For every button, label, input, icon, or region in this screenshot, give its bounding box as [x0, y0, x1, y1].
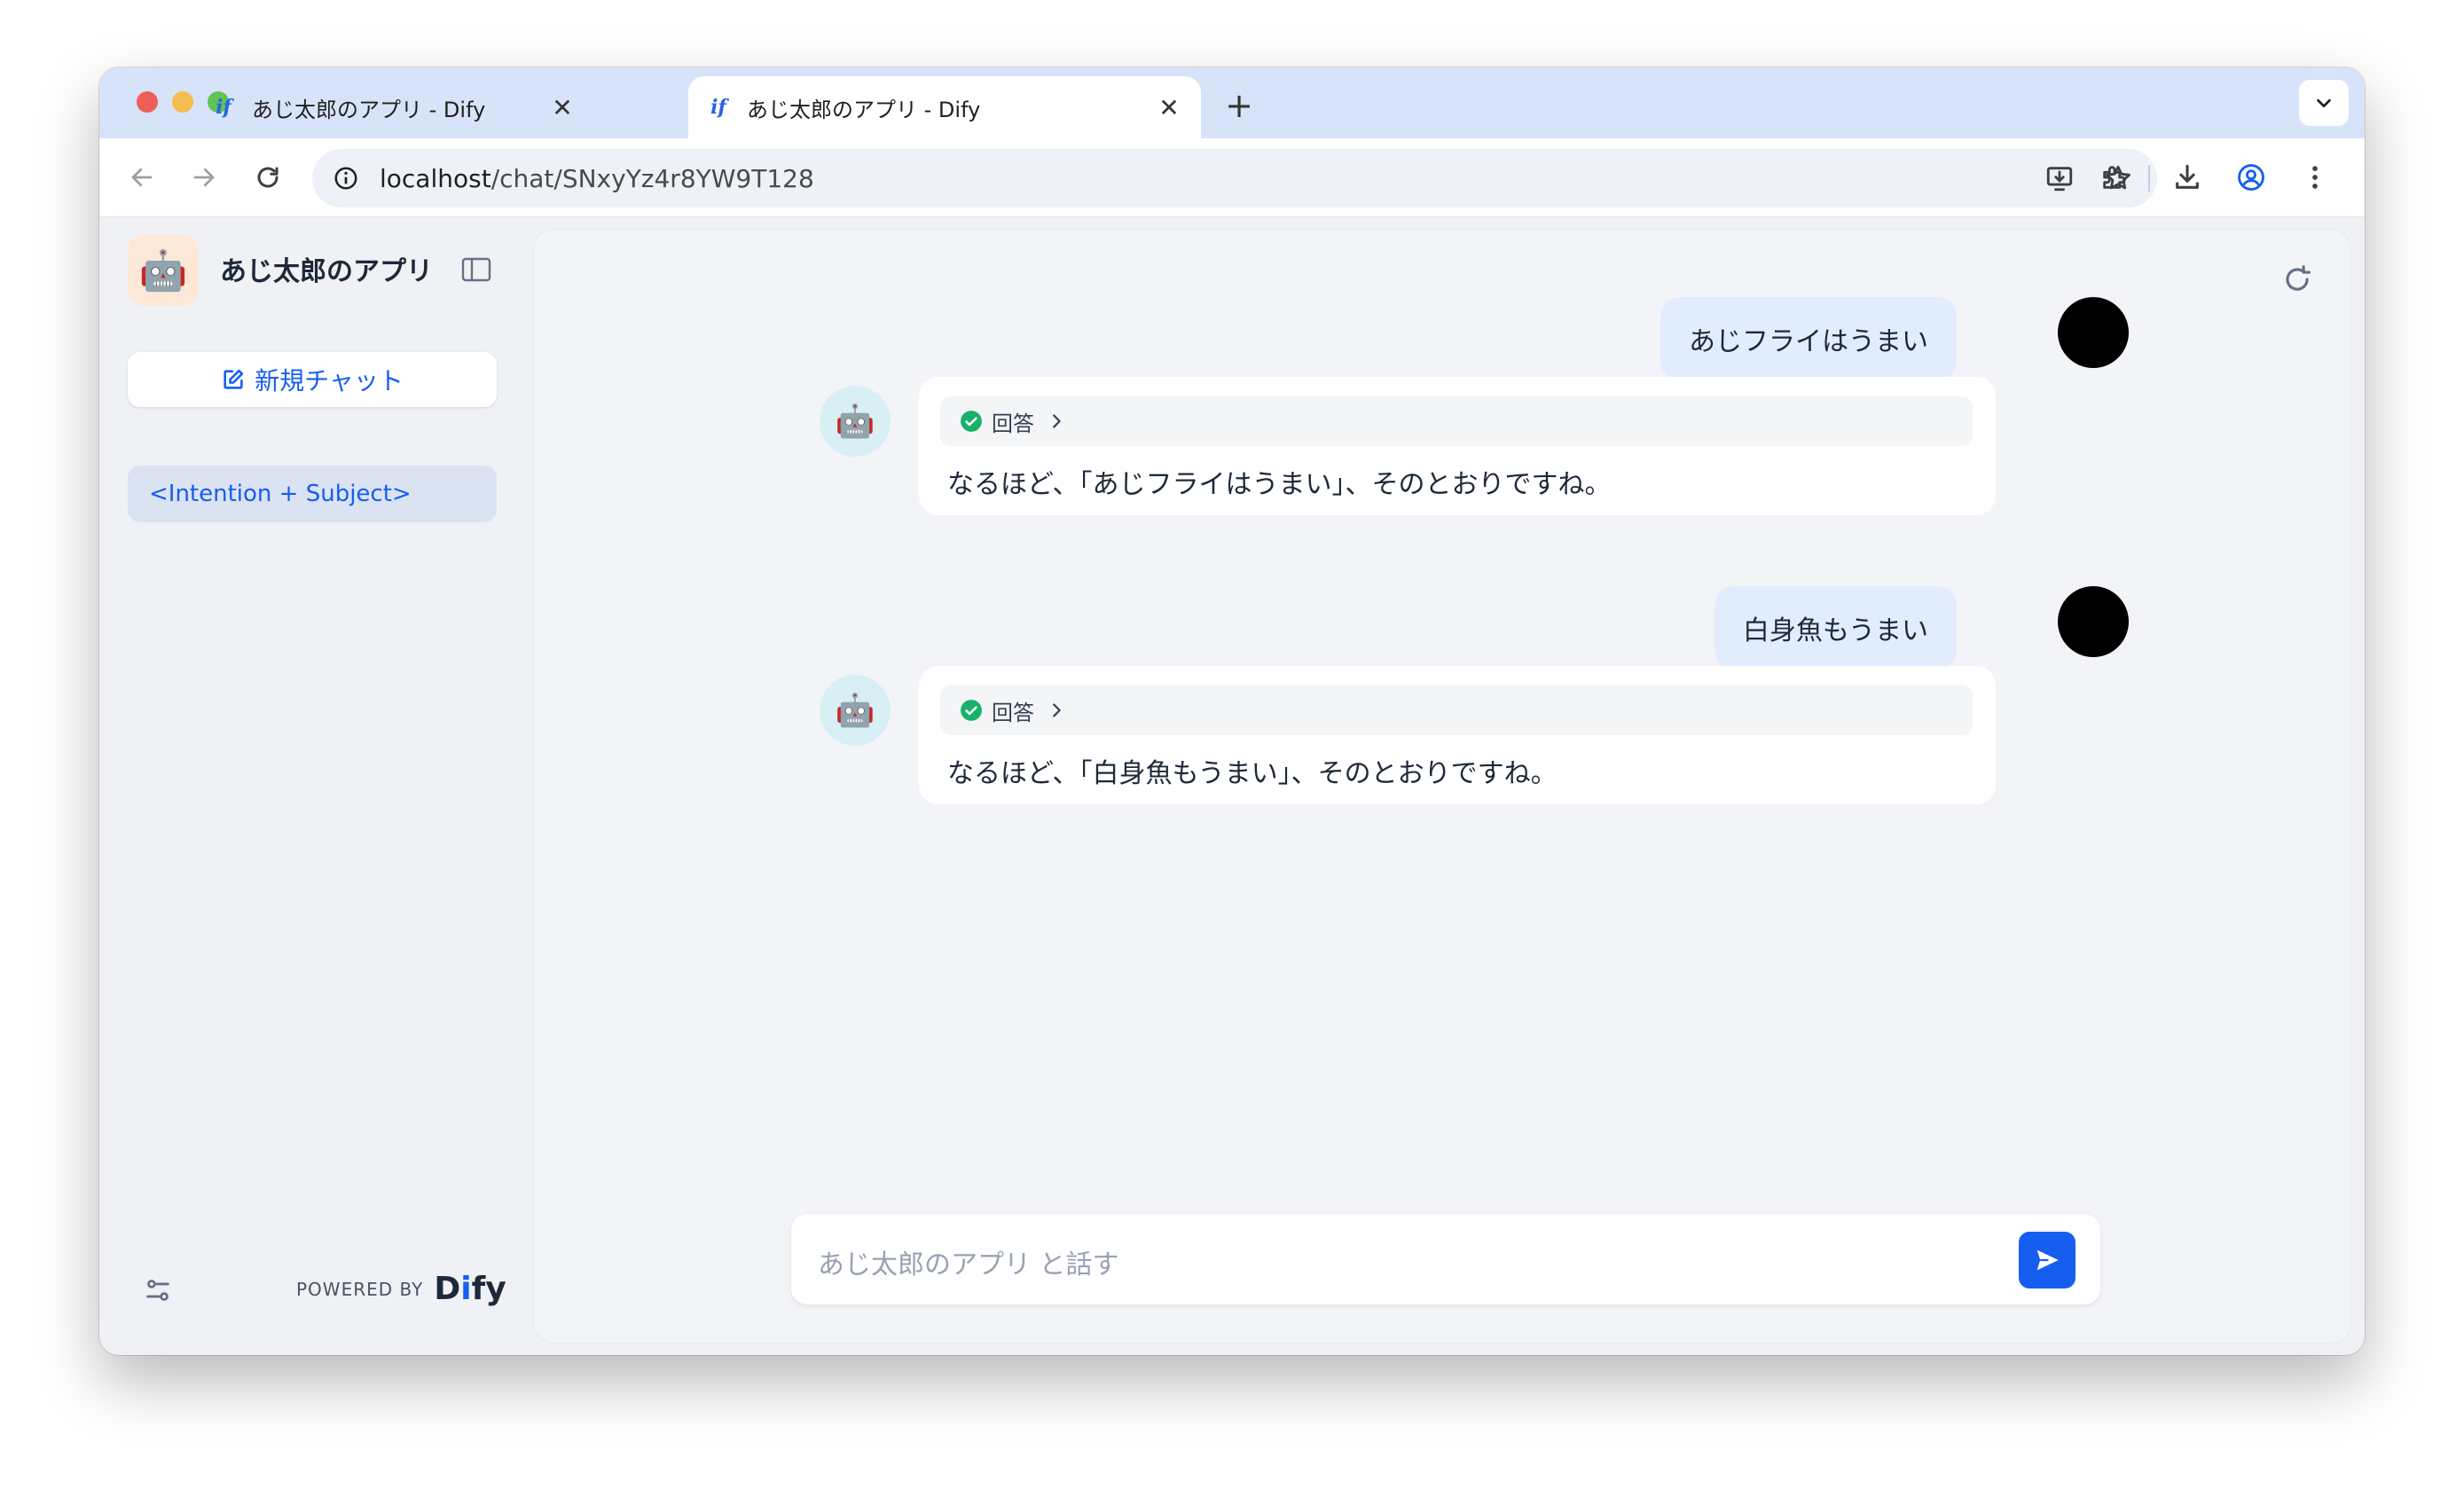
downloads-button[interactable] — [2168, 158, 2207, 197]
dify-logo: Dify — [434, 1271, 506, 1307]
send-button[interactable] — [2019, 1232, 2076, 1288]
toolbar-divider — [2148, 165, 2150, 192]
workflow-process-toggle[interactable]: 回答 — [940, 396, 1973, 446]
bot-message-text: なるほど、「あじフライはうまい」、そのとおりですね。 — [947, 469, 1612, 500]
user-message: 白身魚もうまい — [1714, 586, 1957, 670]
address-bar[interactable]: localhost/chat/SNxyYz4r8YW9T128 — [312, 149, 2157, 208]
site-info-icon[interactable] — [328, 161, 364, 196]
tab-close-icon[interactable]: ✕ — [1151, 93, 1187, 122]
conversation-item[interactable]: <Intention + Subject> — [128, 466, 497, 522]
app-name: あじ太郎のアプリ — [220, 256, 433, 287]
profile-button[interactable] — [2232, 158, 2271, 197]
powered-by-label: POWERED BY — [296, 1278, 424, 1300]
dify-logo-suffix: fy — [471, 1271, 506, 1307]
check-circle-icon — [960, 699, 983, 722]
extensions-button[interactable] — [2095, 158, 2134, 197]
sidebar-panel-icon — [461, 257, 491, 282]
url-text: localhost/chat/SNxyYz4r8YW9T128 — [380, 164, 2040, 193]
tab-title: あじ太郎のアプリ - Dify — [747, 97, 981, 122]
tab-2[interactable]: if あじ太郎のアプリ - Dify ✕ — [688, 76, 1201, 138]
refresh-icon — [2286, 265, 2311, 291]
check-circle-icon — [960, 410, 983, 433]
arrow-right-icon — [193, 168, 215, 187]
chat-input-placeholder: あじ太郎のアプリ と話す — [818, 1249, 1119, 1280]
browser-menu-button[interactable] — [2295, 158, 2335, 197]
user-avatar — [2058, 297, 2129, 368]
profile-icon — [2238, 164, 2264, 191]
tab-search-button[interactable] — [2299, 80, 2349, 126]
workflow-process-toggle[interactable]: 回答 — [940, 685, 1973, 735]
chevron-down-icon — [2317, 98, 2331, 108]
reset-conversation-button[interactable] — [2278, 260, 2317, 299]
powered-by: POWERED BY Dify — [296, 1271, 506, 1307]
browser-toolbar: localhost/chat/SNxyYz4r8YW9T128 — [99, 138, 2365, 217]
send-icon — [2036, 1249, 2059, 1271]
app-icon: 🤖 — [128, 235, 199, 306]
collapse-sidebar-button[interactable] — [461, 256, 491, 283]
tab-title: あじ太郎のアプリ - Dify — [252, 97, 486, 122]
tab-close-icon[interactable]: ✕ — [545, 93, 580, 122]
bot-message-bubble: 回答 なるほど、「白身魚もうまい」、そのとおりですね。 — [919, 666, 1996, 804]
user-message-bubble: あじフライはうまい — [1660, 297, 1957, 380]
user-avatar — [2058, 586, 2129, 657]
forward-button[interactable] — [184, 158, 224, 197]
chat-panel: あじフライはうまい 🤖 回答 なるほど、「あじフライはうまい」、そのとおりですね… — [534, 230, 2350, 1343]
settings-button[interactable] — [142, 1274, 174, 1306]
dify-favicon-icon: if — [216, 96, 231, 119]
new-chat-label: 新規チャット — [255, 366, 404, 395]
browser-window: if あじ太郎のアプリ - Dify ✕ if あじ太郎のアプリ - Dify … — [99, 67, 2365, 1355]
conversation-label: <Intention + Subject> — [149, 481, 412, 507]
dify-favicon-icon: if — [710, 96, 726, 119]
dify-logo-prefix: D — [434, 1271, 461, 1307]
back-button[interactable] — [122, 158, 161, 197]
workflow-label: 回答 — [992, 411, 1034, 436]
bot-avatar: 🤖 — [820, 386, 891, 457]
tab-1[interactable]: if あじ太郎のアプリ - Dify ✕ — [99, 76, 596, 138]
arrow-left-icon — [131, 168, 153, 187]
reload-icon — [257, 167, 279, 188]
edit-icon — [221, 366, 247, 393]
download-icon — [2176, 164, 2199, 189]
sidebar: 🤖 あじ太郎のアプリ 新規チャット <Intention + Subject> … — [99, 217, 534, 1355]
chevron-right-icon — [1047, 411, 1068, 432]
install-app-icon[interactable] — [2040, 159, 2079, 198]
bot-message-text: なるほど、「白身魚もうまい」、そのとおりですね。 — [947, 758, 1558, 789]
new-chat-button[interactable]: 新規チャット — [128, 352, 497, 407]
more-vertical-icon — [2312, 166, 2318, 189]
chat-input[interactable]: あじ太郎のアプリ と話す — [791, 1214, 2100, 1304]
puzzle-icon — [2103, 166, 2126, 189]
reload-button[interactable] — [248, 158, 287, 197]
sliders-icon — [146, 1280, 169, 1301]
user-message: あじフライはうまい — [1660, 297, 1957, 380]
page-content: 🤖 あじ太郎のアプリ 新規チャット <Intention + Subject> … — [99, 217, 2365, 1355]
user-message-bubble: 白身魚もうまい — [1714, 586, 1957, 670]
new-tab-button[interactable]: + — [1217, 83, 1261, 128]
bot-avatar: 🤖 — [820, 675, 891, 746]
url-host: localhost — [380, 163, 491, 193]
chevron-right-icon — [1047, 700, 1068, 721]
url-path: /chat/SNxyYz4r8YW9T128 — [490, 163, 814, 193]
workflow-label: 回答 — [992, 700, 1034, 725]
dify-logo-accent: i — [460, 1271, 472, 1307]
tab-strip: if あじ太郎のアプリ - Dify ✕ if あじ太郎のアプリ - Dify … — [99, 67, 2365, 138]
bot-message-bubble: 回答 なるほど、「あじフライはうまい」、そのとおりですね。 — [919, 377, 1996, 515]
